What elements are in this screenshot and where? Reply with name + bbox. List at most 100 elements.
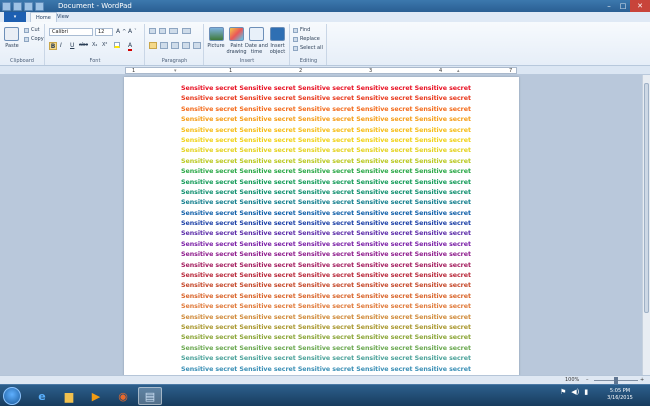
justify-button[interactable]: [182, 42, 190, 49]
minimize-button[interactable]: –: [602, 0, 616, 12]
wordpad-app-icon[interactable]: [2, 1, 11, 11]
subscript-button[interactable]: X₂: [92, 42, 97, 48]
indent-marker-icon[interactable]: ▾: [174, 68, 177, 74]
shrink-font-button[interactable]: Aˇ: [128, 28, 137, 35]
date-time-button[interactable]: Date and time: [245, 43, 268, 55]
align-center-button[interactable]: [160, 42, 168, 49]
align-right-button[interactable]: [171, 42, 179, 49]
binoculars-icon: [293, 27, 298, 33]
close-button[interactable]: ✕: [630, 0, 650, 12]
cut-label: Cut: [31, 27, 40, 33]
quick-access-toolbar: [2, 1, 44, 11]
document-text-line: Sensitive secret Sensitive secret Sensit…: [181, 220, 471, 228]
ruler-track[interactable]: 1 ▾ 1 2 3 4 ▴ 7: [125, 67, 517, 74]
paragraph-settings-button[interactable]: [193, 42, 201, 49]
copy-button[interactable]: Copy: [24, 36, 44, 42]
underline-button[interactable]: U: [70, 42, 74, 49]
bullet-list-icon: [169, 28, 178, 34]
vertical-scrollbar[interactable]: [642, 75, 650, 375]
internet-explorer-icon[interactable]: e: [30, 387, 54, 405]
document-text-line: Sensitive secret Sensitive secret Sensit…: [181, 168, 471, 176]
file-menu-button[interactable]: ▾: [4, 12, 26, 22]
cut-button[interactable]: Cut: [24, 27, 40, 33]
select-all-label: Select all: [300, 45, 323, 51]
redo-icon[interactable]: [35, 1, 44, 11]
paste-icon[interactable]: [4, 27, 19, 41]
media-player-icon[interactable]: ▶: [84, 387, 108, 405]
clock-time: 5:05 PM: [609, 388, 631, 394]
font-family-select[interactable]: Calibri: [49, 28, 93, 36]
grow-font-button[interactable]: A ^: [116, 28, 126, 35]
insert-group-label: Insert: [239, 58, 255, 64]
zoom-in-button[interactable]: +: [640, 376, 644, 384]
paste-button[interactable]: Paste: [2, 43, 22, 49]
insert-group: Picture Paint drawing Date and time Inse…: [205, 24, 290, 65]
bullet-list-button[interactable]: [169, 28, 178, 34]
italic-button[interactable]: I: [60, 42, 62, 49]
highlight-color-button[interactable]: [114, 42, 120, 48]
align-left-button[interactable]: [149, 42, 157, 49]
document-body[interactable]: Sensitive secret Sensitive secret Sensit…: [181, 84, 471, 375]
increase-indent-icon: [159, 28, 166, 34]
document-text-line: Sensitive secret Sensitive secret Sensit…: [181, 292, 471, 300]
bold-button[interactable]: B: [49, 42, 57, 50]
align-left-icon: [149, 42, 157, 49]
ruler-tick: 1: [132, 68, 136, 74]
document-page[interactable]: Sensitive secret Sensitive secret Sensit…: [124, 77, 519, 375]
line-spacing-button[interactable]: [182, 28, 191, 34]
maximize-button[interactable]: □: [616, 0, 630, 12]
system-clock[interactable]: 5:05 PM 3/16/2015: [600, 388, 640, 402]
document-text-line: Sensitive secret Sensitive secret Sensit…: [181, 303, 471, 311]
superscript-button[interactable]: X²: [102, 42, 107, 48]
picture-button[interactable]: Picture: [205, 43, 227, 49]
zoom-slider-thumb[interactable]: [614, 377, 618, 384]
insert-object-icon[interactable]: [270, 27, 285, 41]
document-text-line: Sensitive secret Sensitive secret Sensit…: [181, 209, 471, 217]
document-text-line: Sensitive secret Sensitive secret Sensit…: [181, 282, 471, 290]
right-indent-marker-icon[interactable]: ▴: [457, 68, 460, 74]
ribbon: Paste Cut Copy Clipboard Calibri 12 A ^ A…: [0, 22, 650, 66]
find-button[interactable]: Find: [293, 27, 310, 33]
paint-drawing-icon[interactable]: [229, 27, 244, 41]
zoom-out-button[interactable]: –: [586, 376, 589, 384]
scrollbar-thumb[interactable]: [644, 83, 649, 313]
network-icon[interactable]: ▮: [584, 388, 588, 396]
date-time-icon[interactable]: [249, 27, 264, 41]
ruler-tick: 4: [439, 68, 443, 74]
start-button[interactable]: [3, 387, 21, 405]
title-bar: Document - WordPad – □ ✕: [0, 0, 650, 12]
ruler-tick: 7: [509, 68, 513, 74]
save-icon[interactable]: [13, 1, 22, 11]
editing-group: Find Replace Select all Editing: [291, 24, 327, 65]
strikethrough-button[interactable]: abc: [79, 42, 88, 48]
select-all-icon: [293, 45, 298, 51]
document-text-line: Sensitive secret Sensitive secret Sensit…: [181, 188, 471, 196]
ruler-tick: 3: [369, 68, 373, 74]
text-color-button[interactable]: A: [128, 42, 133, 51]
wordpad-taskbar-icon[interactable]: ▤: [138, 387, 162, 405]
replace-icon: [293, 36, 298, 42]
volume-speaker-icon[interactable]: ◀): [571, 388, 579, 396]
firefox-icon[interactable]: ◉: [111, 387, 135, 405]
line-spacing-icon: [182, 28, 191, 34]
scissors-icon: [24, 27, 29, 33]
ruler: 1 ▾ 1 2 3 4 ▴ 7: [0, 66, 650, 75]
font-size-select[interactable]: 12: [95, 28, 113, 36]
tab-view[interactable]: View: [52, 12, 74, 22]
picture-icon[interactable]: [209, 27, 224, 41]
replace-button[interactable]: Replace: [293, 36, 320, 42]
select-all-button[interactable]: Select all: [293, 45, 323, 51]
document-text-line: Sensitive secret Sensitive secret Sensit…: [181, 126, 471, 134]
document-text-line: Sensitive secret Sensitive secret Sensit…: [181, 116, 471, 124]
document-text-line: Sensitive secret Sensitive secret Sensit…: [181, 95, 471, 103]
window-title: Document - WordPad: [58, 2, 132, 10]
action-center-flag-icon[interactable]: ⚑: [560, 388, 566, 396]
document-text-line: Sensitive secret Sensitive secret Sensit…: [181, 313, 471, 321]
undo-icon[interactable]: [24, 1, 33, 11]
paragraph-group: Paragraph: [146, 24, 204, 65]
insert-object-button[interactable]: Insert object: [266, 43, 289, 55]
file-explorer-icon[interactable]: ▆: [57, 387, 81, 405]
decrease-indent-button[interactable]: [149, 28, 156, 34]
increase-indent-button[interactable]: [159, 28, 166, 34]
document-text-line: Sensitive secret Sensitive secret Sensit…: [181, 261, 471, 269]
